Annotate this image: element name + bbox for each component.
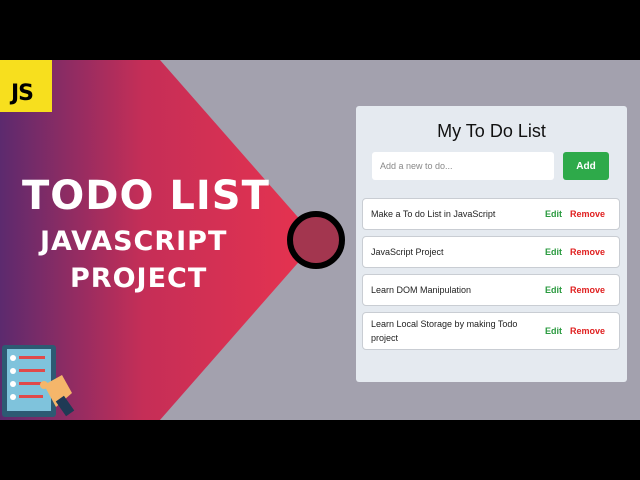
js-logo-badge: JS: [0, 60, 52, 112]
todo-list: Make a To do List in JavaScript Edit Rem…: [362, 198, 620, 356]
edit-button[interactable]: Edit: [545, 247, 562, 257]
headline-javascript: JAVASCRIPT: [40, 226, 228, 257]
app-title: My To Do List: [437, 121, 546, 141]
todo-app-window: My To Do List Add Make a To do List in J…: [356, 106, 627, 382]
todo-item-text: Learn Local Storage by making Todo proje…: [371, 319, 518, 343]
new-todo-input[interactable]: [372, 152, 554, 180]
todo-item-text: JavaScript Project: [371, 247, 444, 257]
remove-button[interactable]: Remove: [570, 247, 605, 257]
todo-item: Make a To do List in JavaScript Edit Rem…: [362, 198, 620, 230]
thumbnail-frame: JS TODO LIST JAVASCRIPT PROJECT My To Do…: [0, 60, 640, 420]
edit-button[interactable]: Edit: [545, 326, 562, 336]
ring-icon: [287, 211, 345, 269]
remove-button[interactable]: Remove: [570, 326, 605, 336]
todo-item: Learn Local Storage by making Todo proje…: [362, 312, 620, 350]
headline-project: PROJECT: [70, 263, 208, 294]
remove-button[interactable]: Remove: [570, 285, 605, 295]
add-todo-button[interactable]: Add: [563, 152, 609, 180]
todo-item: Learn DOM Manipulation Edit Remove: [362, 274, 620, 306]
js-logo-text: JS: [11, 81, 34, 106]
todo-item-text: Learn DOM Manipulation: [371, 285, 472, 295]
edit-button[interactable]: Edit: [545, 209, 562, 219]
tablet-checklist-icon: [2, 345, 75, 417]
headline-todo-list: TODO LIST: [22, 173, 270, 219]
remove-button[interactable]: Remove: [570, 209, 605, 219]
todo-item-text: Make a To do List in JavaScript: [371, 209, 496, 219]
todo-item: JavaScript Project Edit Remove: [362, 236, 620, 268]
edit-button[interactable]: Edit: [545, 285, 562, 295]
